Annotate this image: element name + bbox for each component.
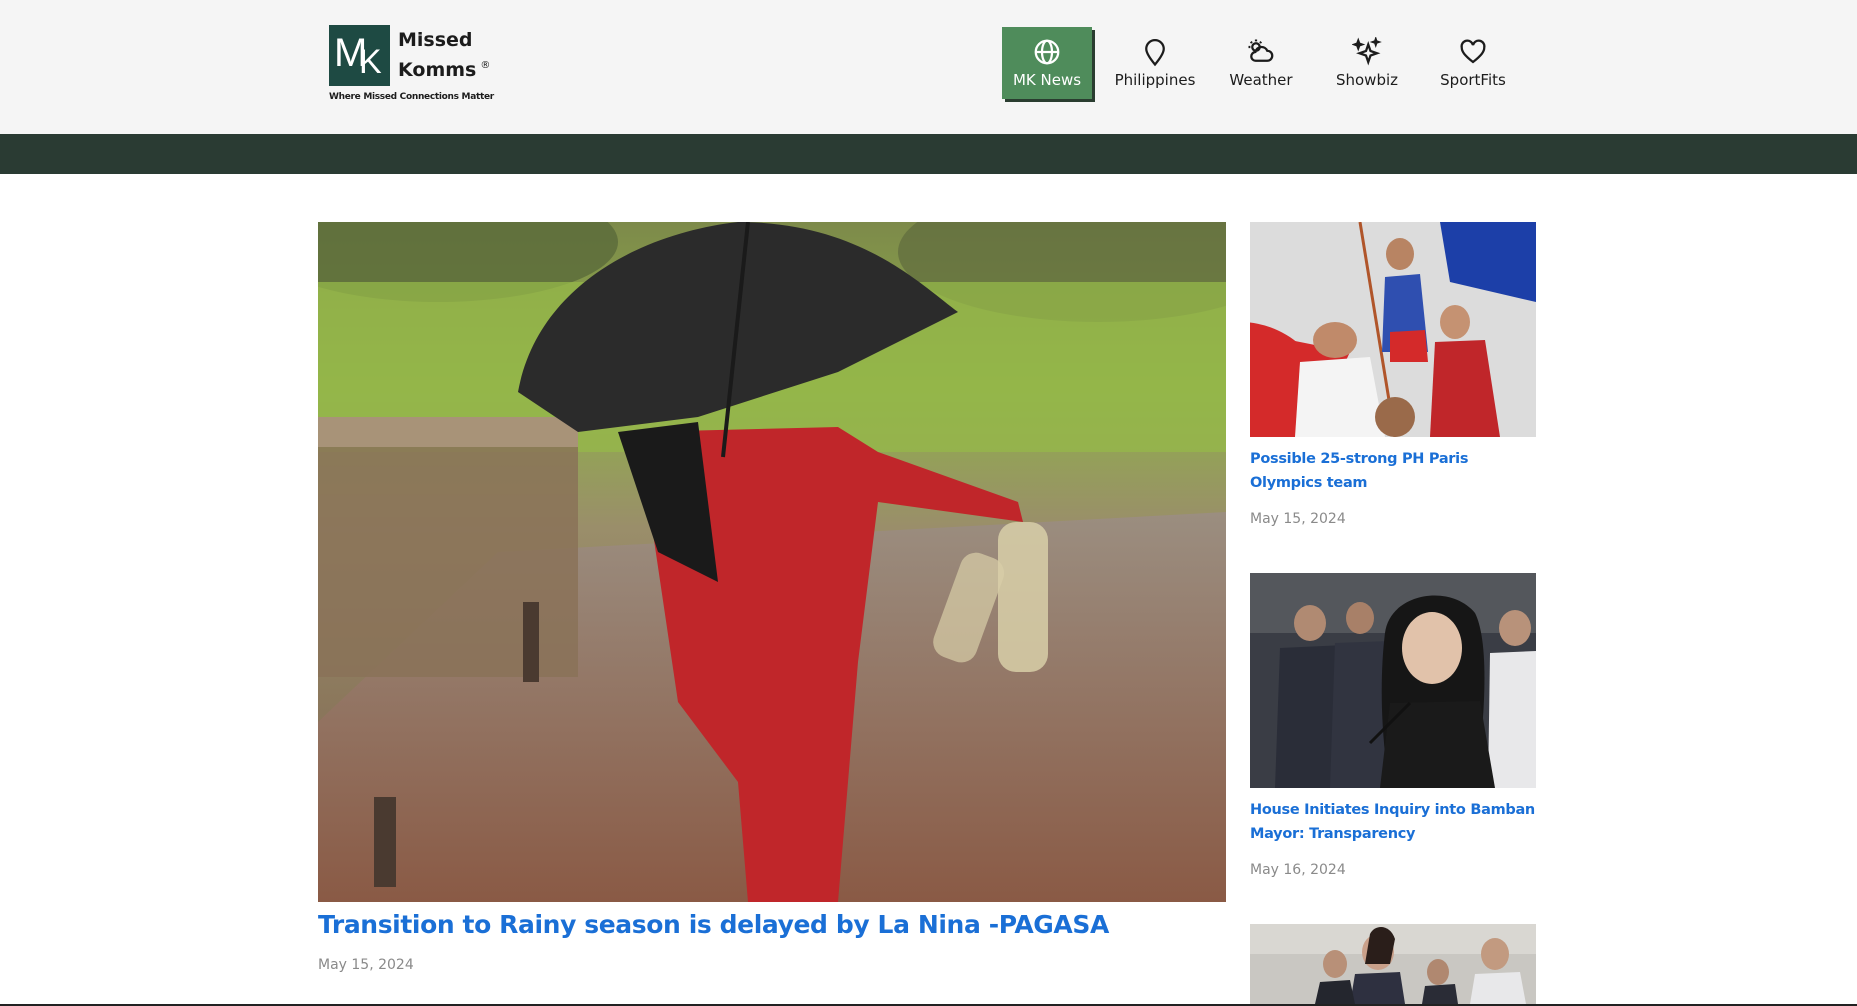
nav-item-label: Weather bbox=[1229, 71, 1293, 89]
sidebar-article-image[interactable] bbox=[1250, 573, 1536, 788]
feature-article-title[interactable]: Transition to Rainy season is delayed by… bbox=[318, 910, 1109, 939]
site-header: M K Missed Komms ® Where Missed Connectio… bbox=[0, 0, 1857, 134]
sidebar-article[interactable]: House Initiates Inquiry into Bamban Mayo… bbox=[1250, 573, 1536, 878]
brand-name-line1: Missed bbox=[398, 29, 473, 51]
people-in-office-photo bbox=[1250, 924, 1536, 1004]
nav-item-mk-news[interactable]: MK News bbox=[1002, 27, 1092, 99]
brand-name-komms: Komms bbox=[398, 59, 477, 81]
logo-mark: M K bbox=[329, 25, 390, 86]
nav-item-sportfits[interactable]: SportFits bbox=[1422, 27, 1524, 99]
registered-mark: ® bbox=[480, 60, 491, 71]
sidebar-article-title[interactable]: Possible 25-strong PH Paris Olympics tea… bbox=[1250, 447, 1536, 495]
olympic-athletes-photo bbox=[1250, 222, 1536, 437]
sidebar-article[interactable]: Possible 25-strong PH Paris Olympics tea… bbox=[1250, 222, 1536, 527]
sidebar-article-date: May 15, 2024 bbox=[1250, 511, 1346, 527]
nav-item-label: Philippines bbox=[1114, 71, 1196, 89]
nav-item-showbiz[interactable]: Showbiz bbox=[1316, 27, 1418, 99]
heart-icon bbox=[1460, 39, 1486, 64]
sidebar-article[interactable] bbox=[1250, 924, 1536, 1004]
hearing-woman-photo bbox=[1250, 573, 1536, 788]
sidebar-article-image[interactable] bbox=[1250, 924, 1536, 1004]
feature-article-date: May 15, 2024 bbox=[318, 957, 414, 973]
brand-name-line2: Komms ® bbox=[398, 59, 490, 81]
woman-with-umbrella-in-rain-photo bbox=[318, 222, 1226, 902]
globe-icon bbox=[1034, 39, 1060, 65]
nav-item-philippines[interactable]: Philippines bbox=[1104, 27, 1206, 99]
nav-item-weather[interactable]: Weather bbox=[1210, 27, 1312, 99]
sidebar-article-date: May 16, 2024 bbox=[1250, 862, 1346, 878]
site-logo[interactable]: M K Missed Komms ® Where Missed Connectio… bbox=[329, 25, 529, 105]
sidebar-article-title[interactable]: House Initiates Inquiry into Bamban Mayo… bbox=[1250, 798, 1536, 846]
nav-item-label: Showbiz bbox=[1335, 71, 1399, 89]
logo-letter-k: K bbox=[359, 43, 382, 81]
header-band bbox=[0, 134, 1857, 174]
brand-tagline: Where Missed Connections Matter bbox=[329, 92, 494, 102]
main-nav: MK News Philippines Weather Showbiz Spor… bbox=[1002, 27, 1528, 99]
feature-image[interactable] bbox=[318, 222, 1226, 902]
location-pin-icon bbox=[1145, 39, 1165, 67]
weather-cloud-sun-icon bbox=[1248, 39, 1274, 62]
nav-item-label: SportFits bbox=[1440, 71, 1506, 89]
sparkles-icon bbox=[1352, 37, 1382, 66]
sidebar-article-image[interactable] bbox=[1250, 222, 1536, 437]
nav-item-label: MK News bbox=[1012, 71, 1082, 89]
